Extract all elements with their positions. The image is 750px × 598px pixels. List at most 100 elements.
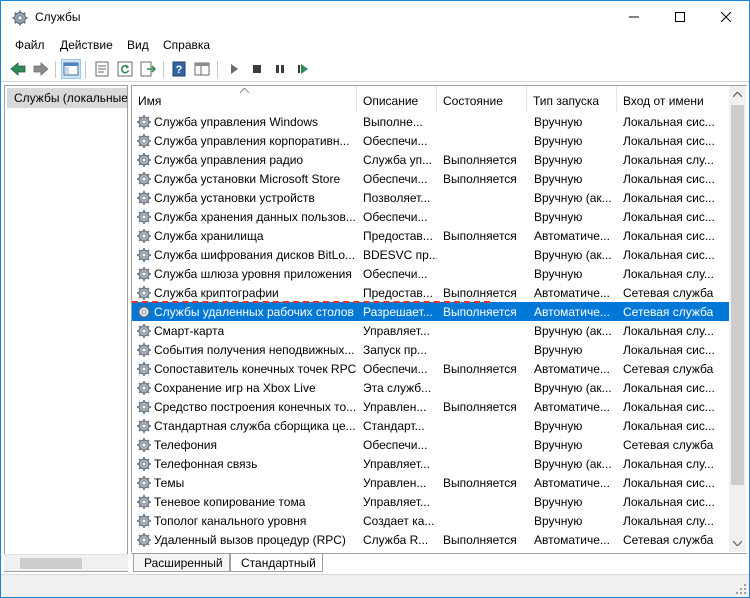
- service-logon-as: Сетевая служба: [623, 533, 714, 547]
- column-state[interactable]: Состояние: [437, 86, 527, 112]
- show-hide-tree-button[interactable]: [61, 59, 81, 79]
- help-button[interactable]: ?: [169, 59, 189, 79]
- service-logon-as: Сетевая служба: [623, 362, 714, 376]
- maximize-button[interactable]: [657, 1, 703, 33]
- service-row[interactable]: Служба шлюза уровня приложения Обеспечи..…: [132, 264, 730, 283]
- column-description[interactable]: Описание: [357, 86, 437, 112]
- service-row[interactable]: Служба шифрования дисков BitLo... BDESVC …: [132, 245, 730, 264]
- service-row[interactable]: Тополог канального уровня Создает ка... Вр…: [132, 511, 730, 530]
- service-logon-as: Локальная сис...: [623, 134, 715, 148]
- service-name: Телефонная связь: [154, 457, 258, 471]
- toolbar-separator: [85, 61, 86, 78]
- resize-grip-icon[interactable]: [736, 584, 747, 595]
- service-row[interactable]: Сопоставитель конечных точек RPC Обеспечи…: [132, 359, 730, 378]
- column-name[interactable]: Имя: [132, 86, 357, 112]
- close-button[interactable]: [703, 1, 749, 33]
- menu-help[interactable]: Справка: [163, 38, 210, 52]
- forward-button[interactable]: [31, 59, 51, 79]
- export-list-button[interactable]: [138, 59, 158, 79]
- service-row[interactable]: Средство построения конечных то... Управл…: [132, 397, 730, 416]
- service-row[interactable]: Сохранение игр на Xbox Live Эта служб... В…: [132, 378, 730, 397]
- chevron-down-icon: [733, 541, 742, 546]
- service-startup-type: Вручную: [534, 419, 583, 433]
- service-description: Запуск пр...: [363, 343, 428, 357]
- properties-button[interactable]: [92, 59, 112, 79]
- service-state: Выполняется: [443, 229, 517, 243]
- restart-service-button[interactable]: [293, 59, 313, 79]
- service-gear-icon: [137, 419, 151, 433]
- title-bar[interactable]: Службы: [1, 1, 749, 33]
- tab-standard-label: Стандартный: [241, 556, 316, 570]
- minimize-button[interactable]: [611, 1, 657, 33]
- service-logon-as: Локальная сис...: [623, 400, 715, 414]
- view-button[interactable]: [192, 59, 212, 79]
- service-row[interactable]: Служба управления радио Служба уп... Выпол…: [132, 150, 730, 169]
- tab-standard[interactable]: Стандартный: [230, 554, 323, 572]
- service-row[interactable]: События получения неподвижных... Запуск п…: [132, 340, 730, 359]
- service-gear-icon: [137, 267, 151, 281]
- service-gear-icon: [137, 324, 151, 338]
- refresh-button[interactable]: [115, 59, 135, 79]
- window-title: Службы: [35, 10, 81, 24]
- stop-service-button[interactable]: [247, 59, 267, 79]
- column-logon-as[interactable]: Вход от имени: [617, 86, 730, 112]
- service-row[interactable]: Служба хранения данных пользов... Обеспеч…: [132, 207, 730, 226]
- service-logon-as: Локальная сис...: [623, 210, 715, 224]
- service-name: События получения неподвижных...: [154, 343, 355, 357]
- service-startup-type: Автоматиче...: [534, 400, 610, 414]
- service-startup-type: Вручную (ак...: [534, 248, 612, 262]
- column-startup-type[interactable]: Тип запуска: [527, 86, 617, 112]
- service-gear-icon: [137, 495, 151, 509]
- service-row[interactable]: Смарт-карта Управляет... Вручную (ак... Лок…: [132, 321, 730, 340]
- svg-text:?: ?: [176, 64, 183, 76]
- service-startup-type: Вручную (ак...: [534, 381, 612, 395]
- export-list-icon: [140, 61, 156, 77]
- chevron-up-icon: [733, 92, 742, 97]
- service-row[interactable]: Служба установки Microsoft Store Обеспечи…: [132, 169, 730, 188]
- service-row[interactable]: Теневое копирование тома Управляет... Вруч…: [132, 492, 730, 511]
- service-state: Выполняется: [443, 533, 517, 547]
- service-logon-as: Локальная слу...: [623, 267, 714, 281]
- service-name: Служба шлюза уровня приложения: [154, 267, 352, 281]
- view-icon: [194, 62, 210, 76]
- menu-action[interactable]: Действие: [60, 38, 113, 52]
- scroll-thumb[interactable]: [20, 558, 82, 569]
- service-row[interactable]: Темы Управлен... Выполняется Автоматиче... Л…: [132, 473, 730, 492]
- scroll-down-button[interactable]: [729, 535, 746, 552]
- close-icon: [721, 12, 731, 22]
- service-row[interactable]: Служба установки устройств Позволяет... Вр…: [132, 188, 730, 207]
- service-startup-type: Вручную: [534, 267, 583, 281]
- service-row[interactable]: Стандартная служба сборщика це... Стандар…: [132, 416, 730, 435]
- service-row[interactable]: Служба хранилища Предостав... Выполняется А…: [132, 226, 730, 245]
- service-description: Обеспечи...: [363, 134, 428, 148]
- list-vertical-scrollbar[interactable]: [729, 86, 746, 552]
- service-logon-as: Локальная сис...: [623, 343, 715, 357]
- pause-service-button[interactable]: [270, 59, 290, 79]
- service-row[interactable]: Телефония Обеспечи... Вручную Сетевая служб…: [132, 435, 730, 454]
- column-description-label: Описание: [363, 94, 419, 108]
- start-service-button[interactable]: [224, 59, 244, 79]
- pause-service-icon: [276, 65, 284, 73]
- service-row[interactable]: Удаленный вызов процедур (RPC) Служба R..…: [132, 530, 730, 549]
- service-row[interactable]: Служба управления Windows Выполне... Вручн…: [132, 112, 730, 131]
- back-arrow-icon: [10, 62, 26, 76]
- service-row[interactable]: Телефонная связь Управляет... Вручную (ак.…: [132, 454, 730, 473]
- service-row[interactable]: Служба криптографии Предостав... Выполняет…: [132, 283, 730, 302]
- help-icon: ?: [172, 61, 186, 77]
- column-state-label: Состояние: [443, 94, 503, 108]
- scroll-up-button[interactable]: [729, 86, 746, 103]
- menu-file[interactable]: Файл: [15, 38, 45, 52]
- service-name: Стандартная служба сборщика це...: [154, 419, 356, 433]
- service-logon-as: Локальная сис...: [623, 381, 715, 395]
- service-description: Служба уп...: [363, 153, 433, 167]
- toolbar-separator: [163, 61, 164, 78]
- menu-view[interactable]: Вид: [127, 38, 149, 52]
- tree-horizontal-scrollbar[interactable]: [4, 554, 128, 571]
- tree-item-services-local[interactable]: Службы (локальные): [7, 88, 127, 108]
- service-row[interactable]: Служба управления корпоративн... Обеспечи…: [132, 131, 730, 150]
- scroll-thumb[interactable]: [731, 105, 744, 485]
- back-button[interactable]: [8, 59, 28, 79]
- service-name: Служба установки устройств: [154, 191, 315, 205]
- tab-extended[interactable]: Расширенный: [133, 554, 230, 572]
- service-row[interactable]: Службы удаленных рабочих столов Разрешает…: [132, 302, 730, 321]
